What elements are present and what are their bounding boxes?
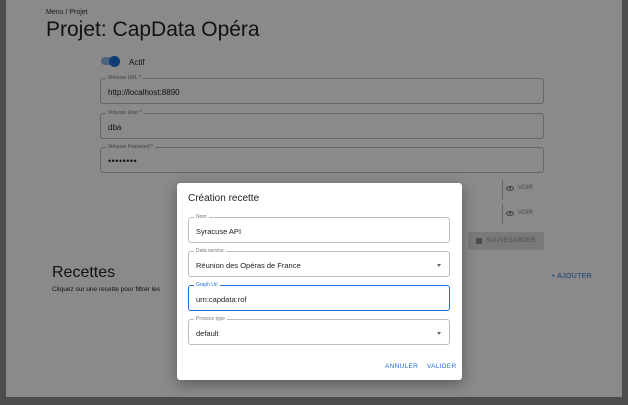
field-label: Process type — [194, 316, 227, 323]
cancel-button[interactable]: ANNULER — [385, 363, 418, 370]
field-label: Graph Uri — [194, 282, 220, 289]
field-value: urn:capdata:rof — [196, 295, 247, 304]
field-value: Réunion des Opéras de France — [196, 261, 301, 270]
validate-button[interactable]: VALIDER — [427, 363, 456, 370]
field-label: Nom — [194, 214, 209, 221]
dialog-title: Création recette — [188, 193, 260, 204]
chevron-down-icon — [437, 264, 441, 267]
nom-field[interactable]: Nom Syracuse API — [188, 214, 450, 243]
chevron-down-icon — [437, 332, 441, 335]
creation-recette-dialog: Création recette Nom Syracuse API Data s… — [177, 183, 462, 380]
field-label: Data service — [194, 248, 226, 255]
field-value: Syracuse API — [196, 227, 242, 236]
field-value: default — [196, 329, 219, 338]
data-service-select[interactable]: Data service Réunion des Opéras de Franc… — [188, 248, 450, 277]
graph-uri-field[interactable]: Graph Uri urn:capdata:rof — [188, 282, 450, 311]
process-type-select[interactable]: Process type default — [188, 316, 450, 345]
